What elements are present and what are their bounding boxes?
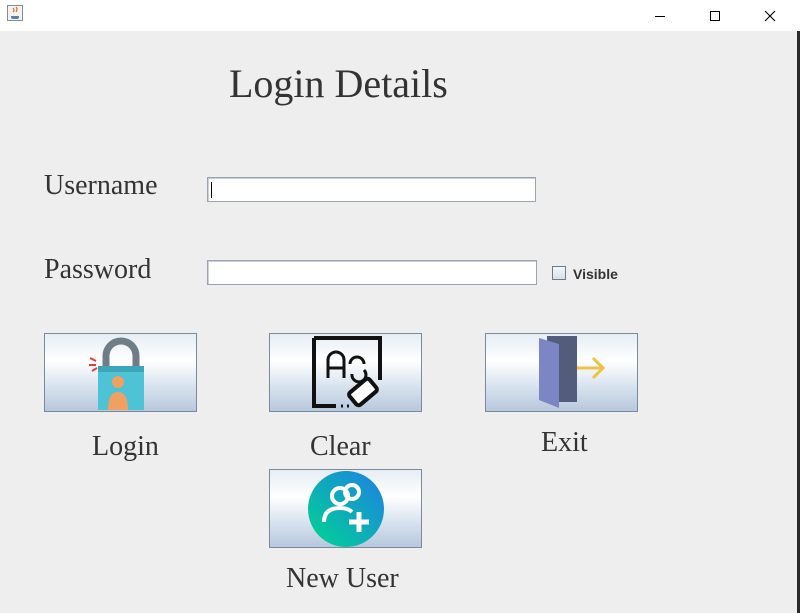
new-user-button[interactable] [269, 469, 422, 548]
close-icon [764, 10, 776, 21]
maximize-button[interactable] [692, 0, 738, 31]
username-label: Username [44, 170, 158, 201]
visible-checkbox-label[interactable]: Visible [573, 266, 618, 282]
login-button[interactable] [44, 333, 197, 412]
login-label: Login [92, 431, 159, 462]
clear-label: Clear [310, 431, 371, 462]
password-field[interactable] [207, 260, 537, 285]
new-user-label: New User [286, 563, 399, 594]
add-user-icon [307, 470, 384, 547]
page-title: Login Details [229, 61, 448, 106]
text-caret [211, 182, 212, 198]
padlock-user-icon [88, 337, 144, 410]
close-button[interactable] [747, 0, 793, 31]
exit-label: Exit [541, 427, 588, 458]
clear-button[interactable] [269, 333, 422, 412]
window-titlebar [0, 0, 800, 31]
exit-button[interactable] [485, 333, 638, 412]
eraser-text-icon [311, 335, 382, 408]
minimize-icon [655, 15, 665, 17]
door-exit-icon [538, 335, 605, 408]
visible-checkbox[interactable] [552, 266, 566, 280]
password-label: Password [44, 254, 152, 285]
username-field[interactable] [207, 177, 536, 202]
java-app-icon [7, 5, 23, 21]
maximize-icon [710, 10, 720, 21]
minimize-button[interactable] [637, 0, 683, 31]
